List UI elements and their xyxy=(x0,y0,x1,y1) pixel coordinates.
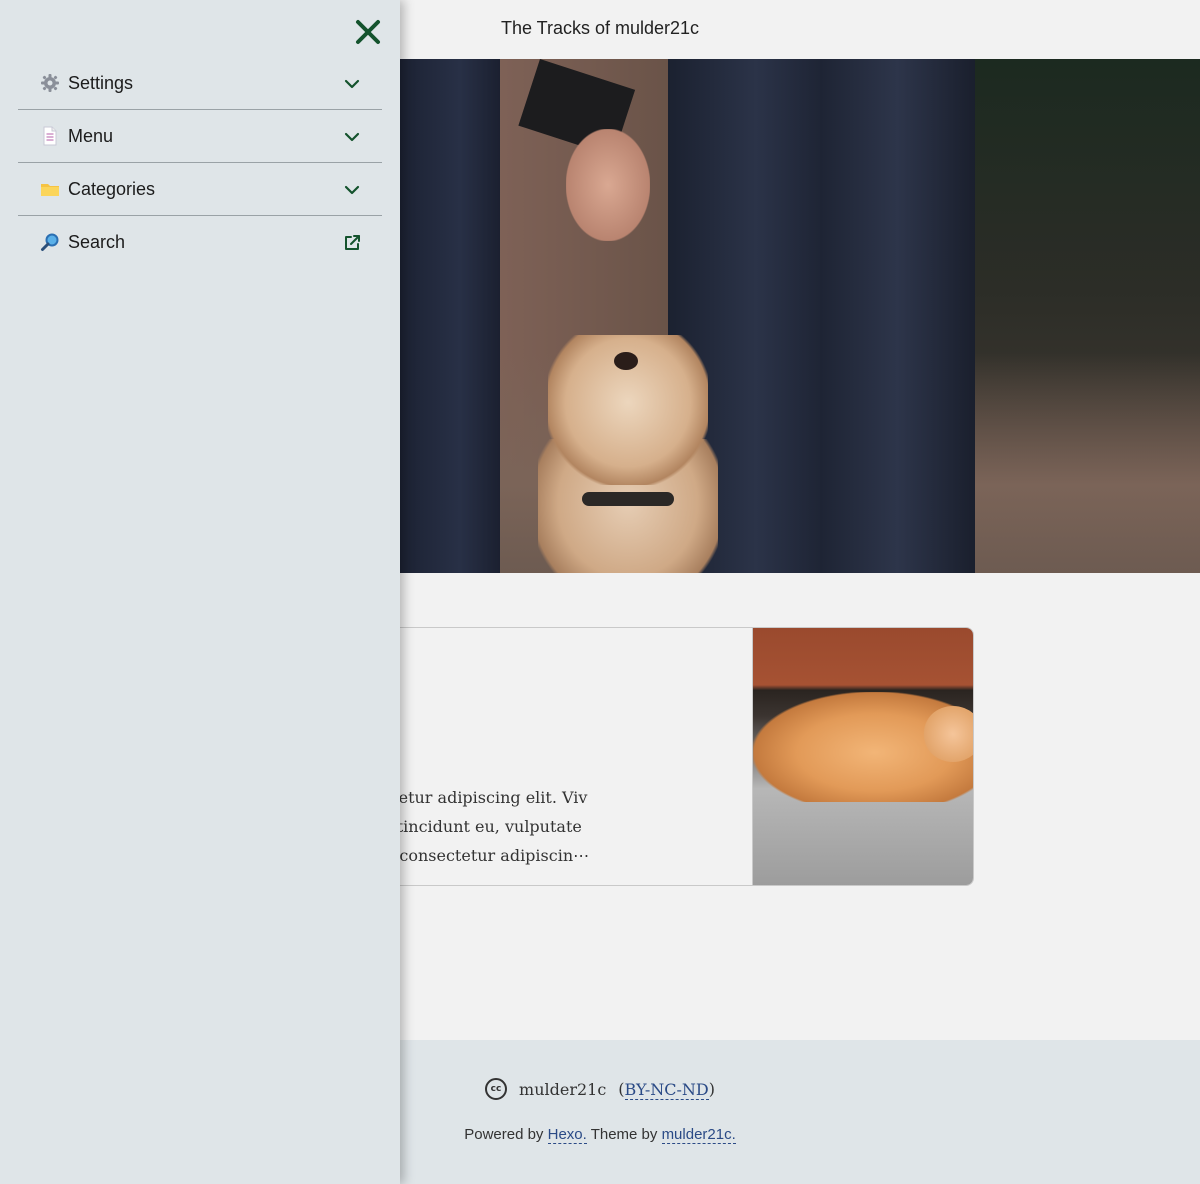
license-link[interactable]: BY-NC-ND xyxy=(624,1079,709,1100)
drawer-item-label: Categories xyxy=(68,179,156,199)
hero-dog-nose xyxy=(614,352,638,370)
drawer-item-label: Settings xyxy=(68,73,134,93)
external-link-icon[interactable] xyxy=(342,233,362,253)
close-icon[interactable] xyxy=(352,16,384,48)
theme-author-link[interactable]: mulder21c. xyxy=(661,1126,736,1144)
hero-holding-hands xyxy=(566,129,650,241)
drawer-item-search[interactable]: Search xyxy=(18,216,382,269)
hero-person-right-leg-back xyxy=(820,59,975,573)
post-thumbnail[interactable] xyxy=(752,628,973,885)
drawer-item-settings[interactable]: Settings xyxy=(18,57,382,110)
hero-dog-collar xyxy=(582,492,674,506)
hero-person-left-leg xyxy=(400,59,500,573)
footer-author: mulder21c xyxy=(519,1079,607,1099)
magnifier-icon xyxy=(40,232,60,252)
drawer-item-menu[interactable]: Menu xyxy=(18,110,382,163)
gear-icon xyxy=(40,73,60,93)
side-drawer: Settings Menu Categories Search xyxy=(0,0,400,1184)
chevron-down-icon[interactable] xyxy=(342,74,362,94)
chevron-down-icon[interactable] xyxy=(342,127,362,147)
drawer-item-categories[interactable]: Categories xyxy=(18,163,382,216)
creative-commons-icon: cc xyxy=(485,1078,508,1100)
drawer-item-label: Menu xyxy=(68,126,114,146)
drawer-nav: Settings Menu Categories Search xyxy=(18,57,382,269)
chevron-down-icon[interactable] xyxy=(342,180,362,200)
document-icon xyxy=(40,126,60,146)
drawer-item-label: Search xyxy=(68,232,126,252)
theme-by-label: Theme by xyxy=(586,1126,662,1143)
hexo-link[interactable]: Hexo. xyxy=(547,1126,587,1144)
license-open-paren: ( xyxy=(618,1079,625,1099)
license-close-paren: ) xyxy=(708,1079,715,1099)
folder-icon xyxy=(40,179,60,199)
powered-by-label: Powered by xyxy=(464,1126,548,1143)
